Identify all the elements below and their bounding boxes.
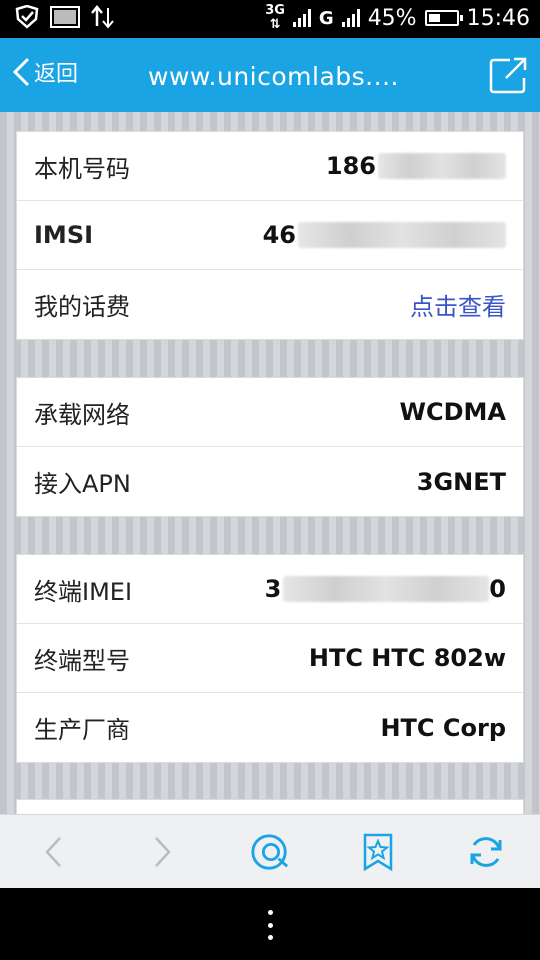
battery-icon	[424, 10, 463, 26]
info-row-bearer-network: 承载网络 WCDMA	[17, 378, 523, 447]
share-icon	[489, 57, 527, 94]
signal-bars-icon	[292, 9, 311, 27]
refresh-icon	[470, 837, 502, 867]
check-balance-link[interactable]: 点击查看	[410, 287, 506, 322]
row-label: 终端型号	[34, 646, 130, 675]
info-row-phone-number: 本机号码 186	[17, 132, 523, 201]
blurred-digits	[298, 222, 506, 248]
imei-suffix: 0	[489, 575, 506, 603]
info-row-model: 终端型号 HTC HTC 802w	[17, 624, 523, 693]
row-label: 生产厂商	[34, 716, 130, 744]
row-label: 接入APN	[34, 470, 131, 498]
nav-forward-button[interactable]	[142, 832, 182, 872]
bookmark-star-icon	[363, 833, 393, 872]
shield-check-icon	[14, 4, 40, 33]
back-button[interactable]: 返回	[10, 56, 78, 88]
row-value: WCDMA	[399, 398, 506, 426]
network-3g-icon: 3G ⇅	[265, 3, 285, 32]
blurred-digits	[283, 576, 490, 602]
info-row-manufacturer: 生产厂商 HTC Corp	[17, 693, 523, 762]
status-bar: 3G ⇅ G 45% 15:46	[0, 0, 540, 38]
menu-dots-icon[interactable]	[263, 910, 277, 940]
row-value: HTC HTC 802w	[308, 644, 506, 672]
chevron-left-icon	[12, 57, 30, 87]
battery-percent: 45%	[367, 5, 417, 31]
info-row-imei: 终端IMEI 3 0	[17, 555, 523, 624]
row-label: 终端IMEI	[34, 577, 133, 606]
system-nav-bar	[0, 888, 540, 960]
phone-number-value: 186	[326, 152, 506, 180]
back-arrow-icon	[45, 837, 61, 867]
device-info-card: 终端IMEI 3 0 终端型号 HTC HTC 802w 生产厂商 HTC Co…	[16, 554, 524, 763]
row-label: IMSI	[34, 221, 94, 249]
imei-prefix: 3	[264, 575, 282, 603]
nav-back-button[interactable]	[34, 832, 74, 872]
forward-arrow-icon	[155, 837, 171, 867]
page-url-title: www.unicomlabs....	[148, 62, 399, 91]
bookmarks-button[interactable]	[358, 832, 398, 872]
home-icon	[251, 834, 289, 870]
imei-value: 3 0	[265, 575, 506, 603]
row-label: 承载网络	[34, 400, 130, 429]
browser-toolbar	[0, 814, 540, 888]
row-label: 本机号码	[34, 154, 130, 183]
browser-header: 返回 www.unicomlabs....	[0, 38, 540, 112]
network-info-card: 承载网络 WCDMA 接入APN 3GNET	[16, 377, 524, 517]
data-transfer-icon	[90, 4, 116, 34]
refresh-button[interactable]	[466, 832, 506, 872]
signal-bars-icon-2	[341, 9, 360, 27]
info-row-balance[interactable]: 我的话费 点击查看	[17, 270, 523, 339]
blurred-digits	[378, 153, 506, 179]
info-row-apn: 接入APN 3GNET	[17, 447, 523, 516]
row-label: 我的话费	[34, 293, 130, 321]
page-content: 本机号码 186 IMSI 46 我的话费 点击查看 承载网络 WCDMA 接入…	[0, 112, 540, 814]
info-row-imsi: IMSI 46	[17, 201, 523, 270]
network-g-label: G	[318, 7, 334, 29]
phone-number-visible: 186	[325, 152, 376, 180]
share-button[interactable]	[488, 56, 528, 98]
sim-info-card: 本机号码 186 IMSI 46 我的话费 点击查看	[16, 131, 524, 340]
next-card-partial	[16, 799, 524, 814]
clock: 15:46	[466, 5, 530, 31]
imsi-visible: 46	[262, 221, 296, 249]
row-value: 3GNET	[416, 467, 506, 496]
home-button[interactable]	[250, 832, 290, 872]
image-icon	[50, 6, 80, 32]
row-value: HTC Corp	[380, 713, 506, 742]
back-button-label: 返回	[34, 62, 79, 87]
imsi-value: 46	[263, 221, 506, 249]
